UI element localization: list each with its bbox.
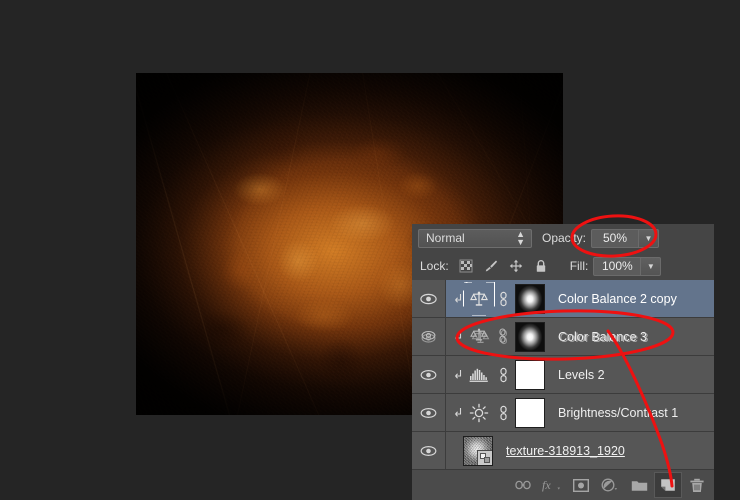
blend-mode-select[interactable]: Normal ▲▼ [418, 229, 532, 248]
transparency-checkerboard-icon[interactable] [459, 259, 473, 273]
eye-icon [420, 330, 437, 344]
blend-opacity-row: Normal ▲▼ Opacity: 50% ▼ [412, 224, 714, 252]
eye-icon [420, 445, 437, 457]
layer-row-levels-2[interactable]: Levels 2 [412, 356, 714, 394]
eye-icon [420, 407, 437, 419]
fill-dropdown-chevron-down-icon[interactable]: ▼ [641, 257, 661, 276]
color-balance-scales-icon[interactable] [466, 286, 492, 312]
fill-input[interactable]: 100% [593, 257, 641, 276]
layers-panel: Normal ▲▼ Opacity: 50% ▼ Lock: [412, 224, 714, 500]
layer-style-fx-icon[interactable]: fx [538, 472, 566, 498]
lock-label: Lock: [420, 259, 449, 273]
layer-row-texture[interactable]: texture-318913_1920 [412, 432, 714, 470]
mask-link-icon[interactable] [496, 365, 510, 385]
layer-row-brightness-contrast-1[interactable]: Brightness/Contrast 1 [412, 394, 714, 432]
new-group-folder-icon[interactable] [625, 472, 653, 498]
layer-mask-thumbnail[interactable] [515, 322, 545, 352]
clipping-mask-arrow-icon [450, 331, 466, 343]
opacity-dropdown-chevron-down-icon[interactable]: ▼ [639, 229, 659, 248]
layer-visibility-toggle[interactable] [412, 280, 446, 317]
lock-icon-group [459, 259, 548, 273]
blend-mode-value: Normal [426, 231, 465, 245]
layer-action-buttons: fx [508, 470, 714, 500]
updown-arrows-icon: ▲▼ [516, 230, 525, 246]
smart-object-thumbnail[interactable] [463, 436, 493, 466]
layer-mask-thumbnail[interactable] [515, 284, 545, 314]
svg-text:fx: fx [542, 478, 551, 492]
mask-link-icon[interactable] [496, 289, 510, 309]
layer-name[interactable]: Brightness/Contrast 1 [558, 406, 678, 420]
brush-icon[interactable] [484, 259, 498, 273]
layer-name[interactable]: texture-318913_1920 [506, 444, 625, 458]
eye-icon [420, 369, 437, 381]
layer-visibility-toggle[interactable] [412, 394, 446, 431]
clipping-mask-arrow-icon [450, 407, 466, 419]
new-layer-icon[interactable] [654, 472, 682, 498]
lock-all-icon[interactable] [534, 259, 548, 273]
new-adjustment-layer-icon[interactable] [596, 472, 624, 498]
levels-histogram-icon[interactable] [466, 362, 492, 388]
layer-name[interactable]: Color Balance 2 copy [558, 292, 677, 306]
lock-fill-row: Lock: [412, 252, 714, 280]
fill-label: Fill: [570, 259, 589, 273]
link-layers-icon[interactable] [509, 472, 537, 498]
layer-name[interactable]: Color Balance 3 [558, 330, 647, 344]
layer-mask-thumbnail[interactable] [515, 398, 545, 428]
delete-layer-trash-icon[interactable] [683, 472, 711, 498]
eye-icon [420, 293, 437, 305]
layer-list: Color Balance 2 copy [412, 280, 714, 470]
add-layer-mask-icon[interactable] [567, 472, 595, 498]
mask-link-icon[interactable] [496, 327, 510, 347]
layer-visibility-toggle[interactable] [412, 318, 446, 355]
layer-visibility-toggle[interactable] [412, 356, 446, 393]
move-arrows-icon[interactable] [509, 259, 523, 273]
opacity-label: Opacity: [542, 231, 586, 245]
brightness-sun-icon[interactable] [466, 400, 492, 426]
smart-object-badge-icon [477, 450, 492, 465]
clipping-mask-arrow-icon [450, 369, 466, 381]
layer-row-color-balance-3[interactable]: Color Balance 3 [412, 318, 714, 356]
screen: Normal ▲▼ Opacity: 50% ▼ Lock: [0, 0, 740, 500]
layers-panel-options: Normal ▲▼ Opacity: 50% ▼ Lock: [412, 224, 714, 281]
layers-panel-toolbar: fx [412, 469, 714, 500]
layer-name[interactable]: Levels 2 [558, 368, 605, 382]
mask-link-icon[interactable] [496, 403, 510, 423]
layer-visibility-toggle[interactable] [412, 432, 446, 469]
layer-row-color-balance-2-copy[interactable]: Color Balance 2 copy [412, 280, 714, 318]
layer-mask-thumbnail[interactable] [515, 360, 545, 390]
opacity-input[interactable]: 50% [591, 229, 639, 248]
color-balance-scales-icon[interactable] [466, 324, 492, 350]
